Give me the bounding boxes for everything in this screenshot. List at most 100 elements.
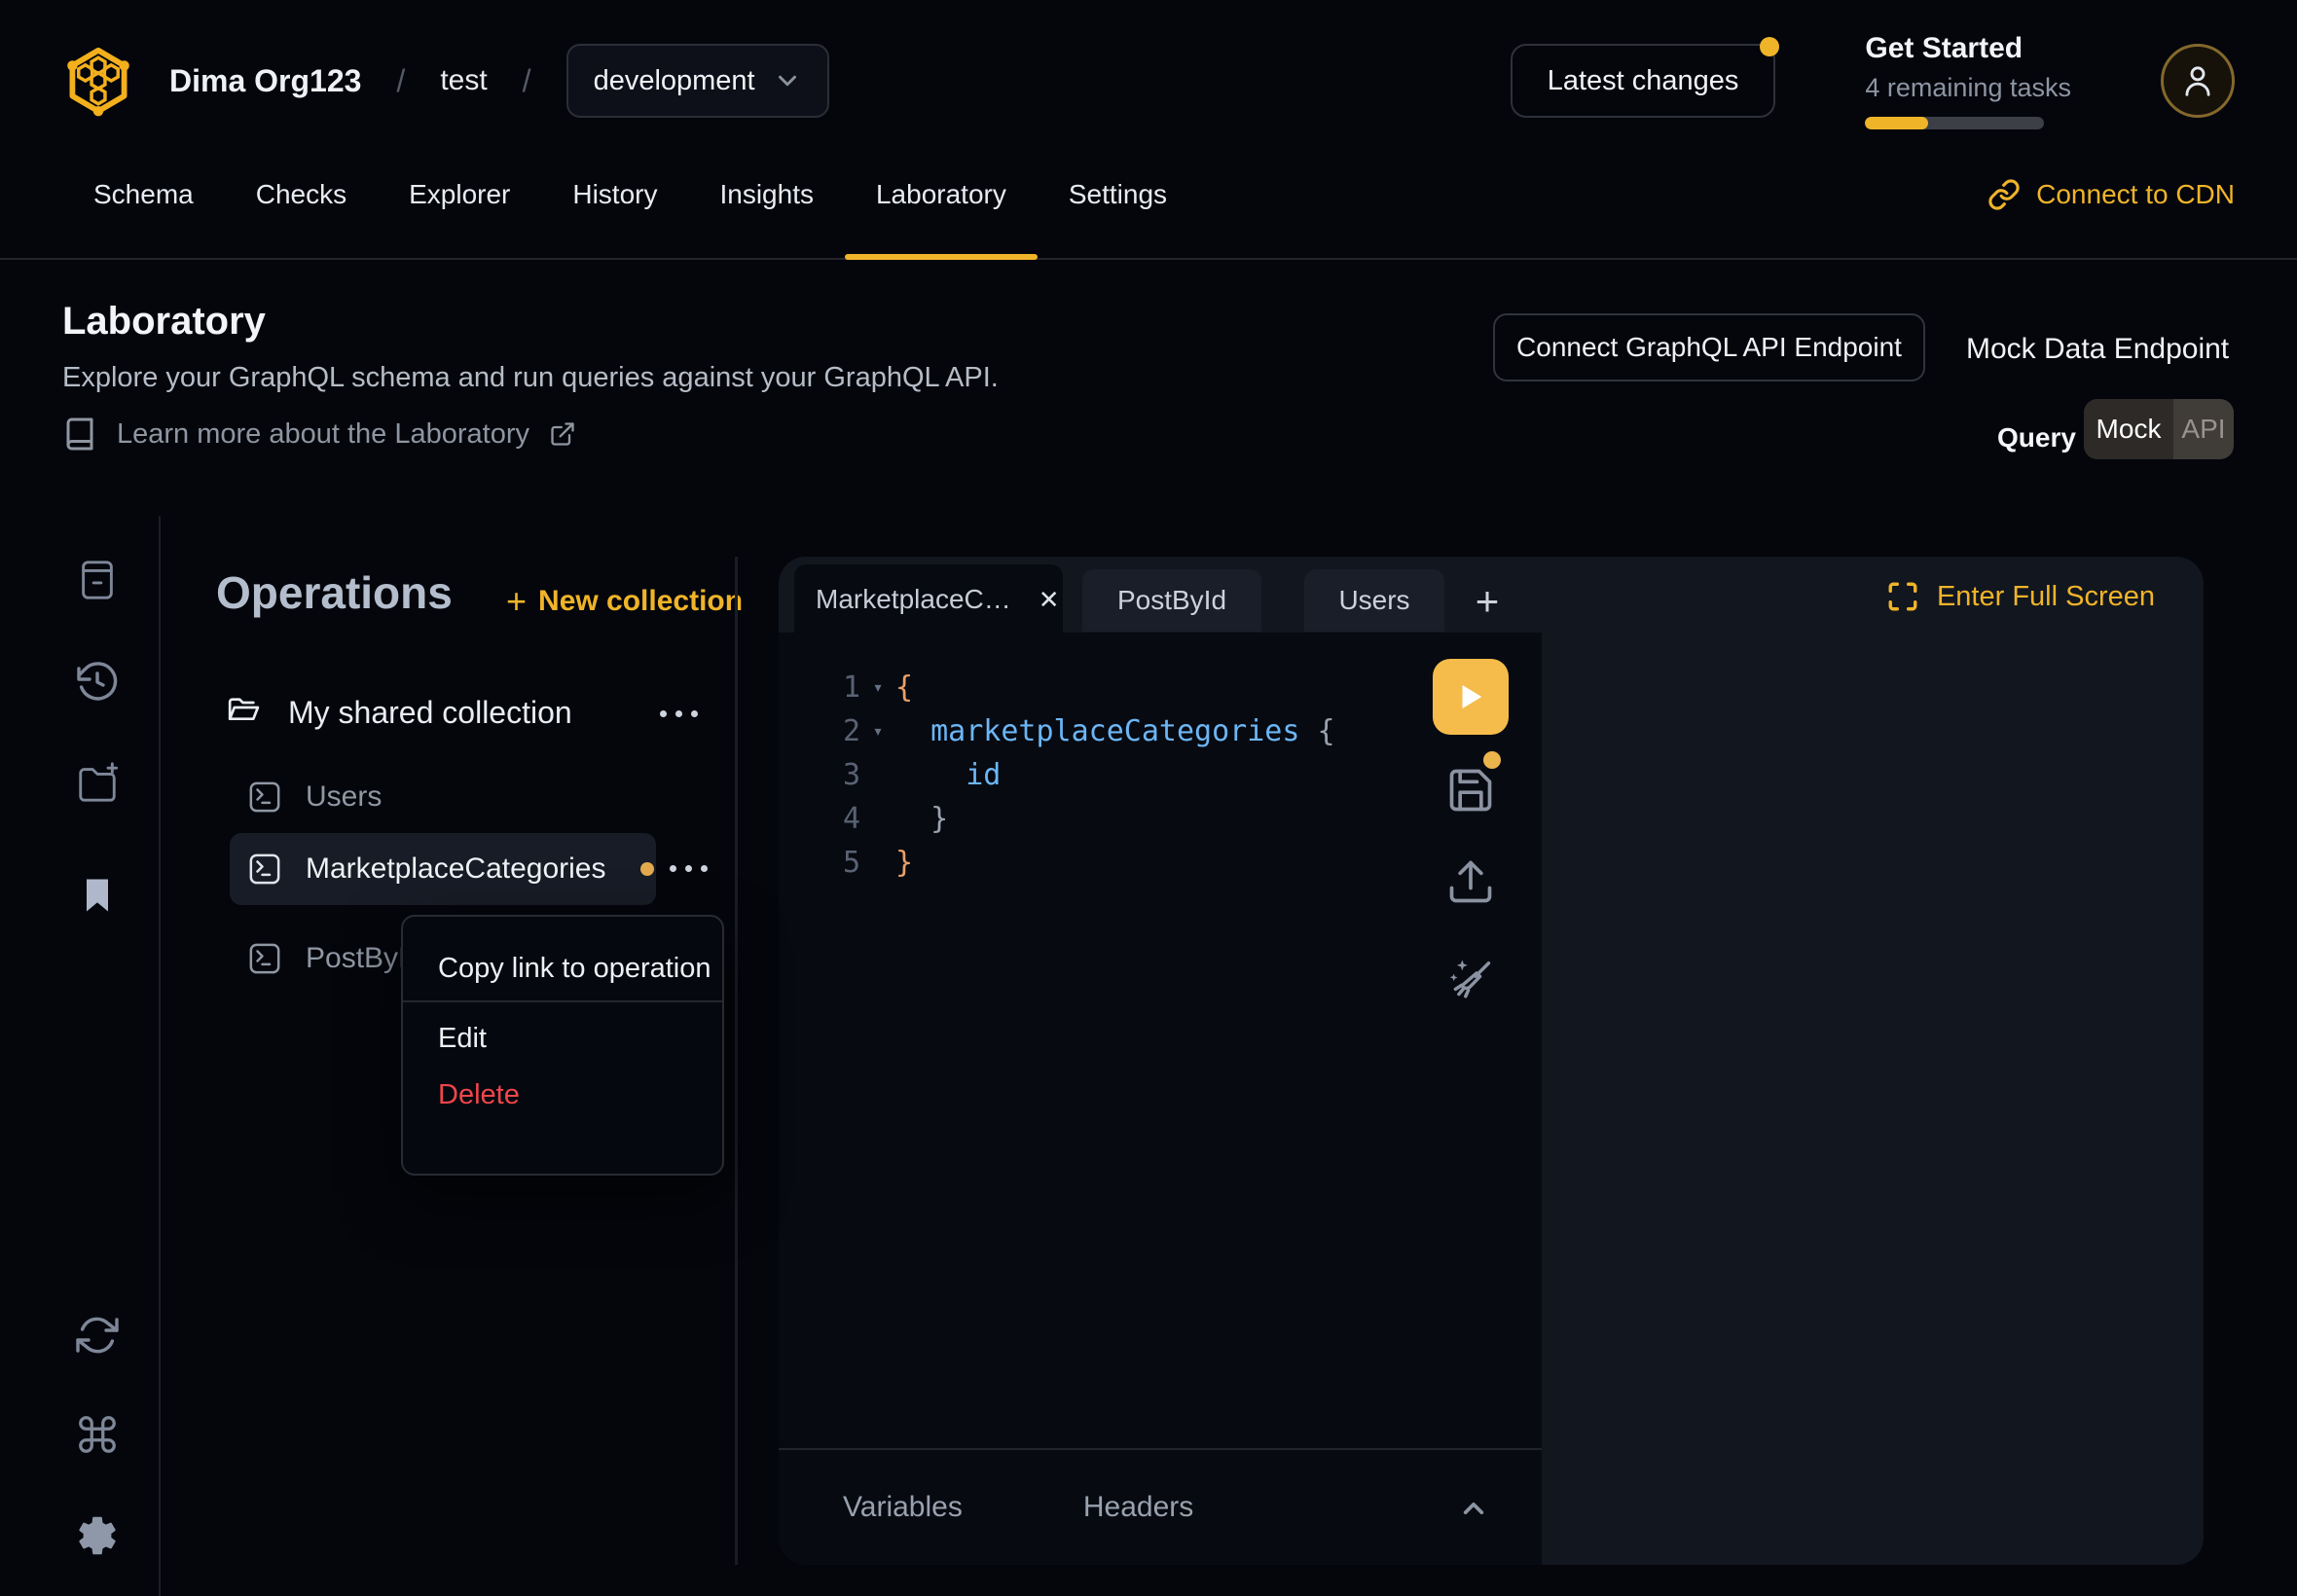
code-token xyxy=(1299,714,1317,748)
get-started-title: Get Started xyxy=(1865,32,2071,65)
nav-tab-label: History xyxy=(572,179,657,210)
fold-arrow-icon[interactable]: ▾ xyxy=(860,721,895,742)
operation-item-users[interactable]: Users xyxy=(230,761,656,833)
code-token: { xyxy=(895,671,913,705)
header-breadcrumb: Dima Org123 / test / development xyxy=(62,43,829,119)
nav-tab-laboratory[interactable]: Laboratory xyxy=(845,131,1038,258)
operation-label: Users xyxy=(306,780,382,814)
bookmark-icon[interactable] xyxy=(74,872,121,919)
code-token: } xyxy=(895,846,913,880)
main-nav: SchemaChecks Explorer History Insights Labor… xyxy=(0,131,2297,260)
org-name[interactable]: Dima Org123 xyxy=(169,63,361,99)
collections-icon[interactable] xyxy=(74,557,121,603)
code-line[interactable]: 2▾ marketplaceCategories { xyxy=(779,709,1542,753)
learn-more-label: Learn more about the Laboratory xyxy=(117,418,529,451)
query-mode-mock[interactable]: Mock xyxy=(2084,399,2173,459)
nav-tab-insights[interactable]: Insights xyxy=(688,131,845,258)
latest-changes-button[interactable]: Latest changes xyxy=(1511,44,1776,118)
code-token: marketplaceCategories xyxy=(930,714,1299,748)
operation-context-menu: Copy link to operation Edit Delete xyxy=(401,915,724,1176)
share-operation-button[interactable] xyxy=(1445,856,1496,907)
close-tab-icon[interactable]: ✕ xyxy=(1039,585,1060,615)
operation-item-marketplace-categories[interactable]: MarketplaceCategories xyxy=(230,833,656,905)
nav-tab-label: Insights xyxy=(719,179,814,210)
code-token: id xyxy=(966,758,1001,792)
nav-tab-label: Laboratory xyxy=(876,179,1006,210)
prettify-button[interactable] xyxy=(1445,954,1496,1004)
connect-graphql-endpoint-button[interactable]: Connect GraphQL API Endpoint xyxy=(1493,313,1925,381)
connect-to-cdn-link[interactable]: Connect to CDN xyxy=(1987,131,2235,258)
nav-tab-settings[interactable]: Settings xyxy=(1038,131,1198,258)
operation-icon xyxy=(245,850,284,889)
nav-tab-explorer[interactable]: Explorer xyxy=(378,131,541,258)
operation-more-button[interactable] xyxy=(670,865,708,872)
settings-gear-icon[interactable] xyxy=(74,1512,121,1559)
editor-tab-label: PostById xyxy=(1117,585,1226,616)
collection-header[interactable]: My shared collection xyxy=(226,683,712,742)
command-icon[interactable] xyxy=(74,1411,121,1458)
link-icon xyxy=(1987,178,2021,211)
headers-tab[interactable]: Headers xyxy=(1083,1491,1193,1524)
mock-data-endpoint-link[interactable]: Mock Data Endpoint xyxy=(1966,333,2229,366)
menu-item-copy-link[interactable]: Copy link to operation xyxy=(403,946,722,991)
save-operation-button[interactable] xyxy=(1445,765,1496,816)
nav-tab-history[interactable]: History xyxy=(541,131,688,258)
unsaved-changes-dot xyxy=(640,862,654,876)
get-started-subtitle: 4 remaining tasks xyxy=(1865,73,2071,103)
operations-title: Operations xyxy=(216,566,453,619)
collection-more-button[interactable] xyxy=(660,710,698,717)
new-collection-label: New collection xyxy=(538,585,743,618)
get-started-widget[interactable]: Get Started 4 remaining tasks xyxy=(1865,32,2071,129)
nav-tab-checks[interactable]: Checks xyxy=(225,131,378,258)
nav-tab-label: Settings xyxy=(1069,179,1167,210)
chevron-up-icon[interactable] xyxy=(1454,1489,1493,1528)
laboratory-panel: MarketplaceC… ✕ PostById Users + Enter F… xyxy=(779,557,2204,1565)
operation-icon xyxy=(245,778,284,816)
notification-dot xyxy=(1760,37,1779,56)
variables-tab[interactable]: Variables xyxy=(843,1491,963,1524)
editor-tab-marketplace[interactable]: MarketplaceC… ✕ xyxy=(794,564,1063,635)
query-mode-api[interactable]: API xyxy=(2173,399,2234,459)
fold-arrow-icon[interactable]: ▾ xyxy=(860,677,895,698)
refresh-icon[interactable] xyxy=(74,1312,121,1359)
project-name[interactable]: test xyxy=(440,64,487,97)
new-folder-icon[interactable] xyxy=(74,759,121,806)
hive-logo-icon[interactable] xyxy=(62,44,134,118)
editor-tab-postbyid[interactable]: PostById xyxy=(1082,569,1261,632)
nav-tab-schema[interactable]: Schema xyxy=(62,131,225,258)
code-area[interactable]: 1▾{2▾ marketplaceCategories {3 id4 }5} xyxy=(779,666,1542,885)
menu-item-edit[interactable]: Edit xyxy=(403,1016,722,1061)
environment-value: development xyxy=(594,65,755,97)
environment-select[interactable]: development xyxy=(566,44,829,118)
editor-tab-users[interactable]: Users xyxy=(1304,569,1444,632)
code-token: { xyxy=(1317,714,1334,748)
unsaved-changes-dot xyxy=(1483,751,1501,769)
collection-name: My shared collection xyxy=(288,695,572,731)
code-line[interactable]: 5} xyxy=(779,841,1542,885)
editor-tab-label: MarketplaceC… xyxy=(816,584,1011,615)
learn-more-link[interactable]: Learn more about the Laboratory xyxy=(62,417,576,452)
history-icon[interactable] xyxy=(74,659,121,706)
connect-graphql-endpoint-label: Connect GraphQL API Endpoint xyxy=(1516,332,1902,363)
menu-item-delete[interactable]: Delete xyxy=(403,1072,722,1117)
line-number: 3 xyxy=(779,758,860,792)
query-label: Query xyxy=(1997,422,2076,453)
new-tab-button[interactable]: + xyxy=(1460,572,1514,631)
nav-tab-label: Explorer xyxy=(409,179,510,210)
line-number: 4 xyxy=(779,802,860,836)
code-line[interactable]: 3 id xyxy=(779,753,1542,797)
laboratory-screen: Dima Org123 / test / development Latest … xyxy=(0,0,2297,1596)
enter-fullscreen-button[interactable]: Enter Full Screen xyxy=(1886,557,2155,636)
editor-tab-label: Users xyxy=(1338,585,1409,616)
chevron-down-icon xyxy=(773,66,802,95)
code-text: id xyxy=(895,758,1001,792)
page-description: Explore your GraphQL schema and run quer… xyxy=(62,362,999,394)
panel-resize-handle[interactable] xyxy=(735,557,738,1565)
latest-changes-label: Latest changes xyxy=(1548,65,1739,97)
code-line[interactable]: 4 } xyxy=(779,797,1542,841)
code-text: } xyxy=(895,802,948,836)
code-line[interactable]: 1▾{ xyxy=(779,666,1542,709)
run-query-button[interactable] xyxy=(1433,659,1509,735)
user-avatar[interactable] xyxy=(2161,44,2235,118)
new-collection-button[interactable]: + New collection xyxy=(506,584,743,619)
